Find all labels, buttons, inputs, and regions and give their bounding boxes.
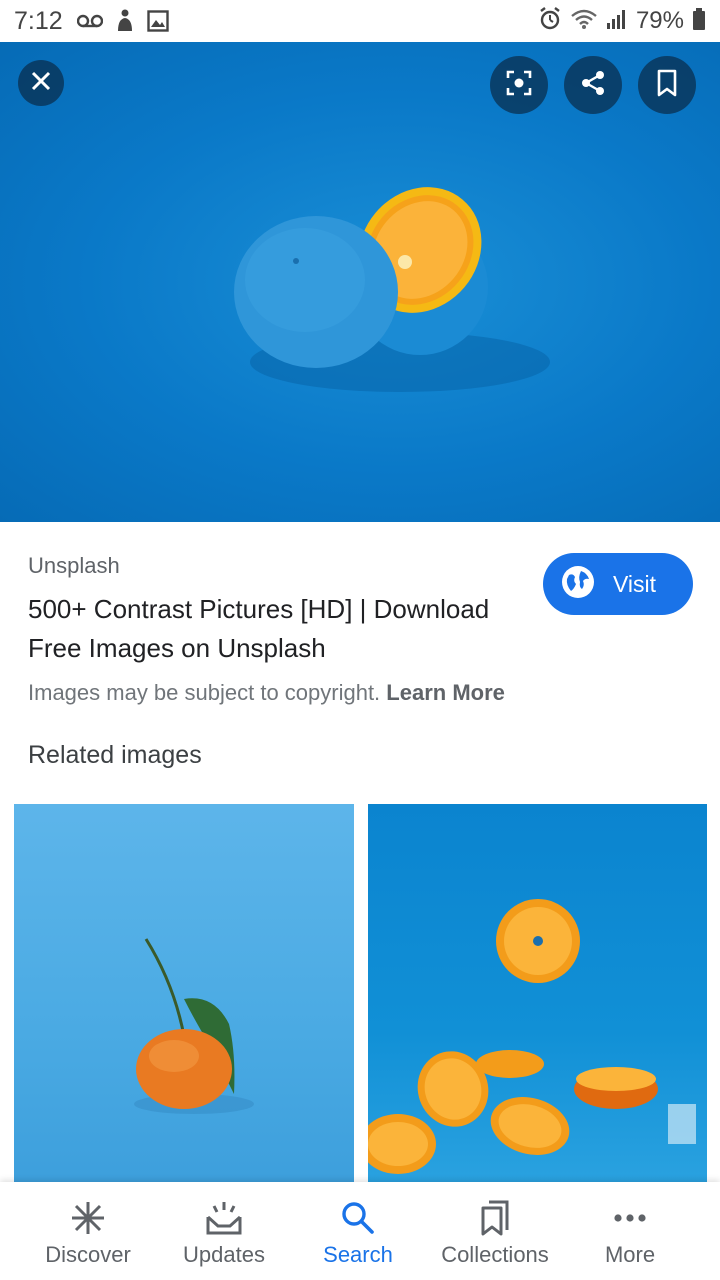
voicemail-icon (76, 14, 103, 28)
updates-icon (205, 1196, 243, 1240)
battery-icon (692, 7, 706, 35)
gallery-icon (146, 10, 169, 32)
status-time: 7:12 (14, 6, 63, 35)
search-icon (340, 1196, 376, 1240)
related-images-heading: Related images (28, 741, 202, 769)
nav-label: Search (323, 1242, 393, 1267)
bookmark-icon (656, 69, 678, 102)
wifi-icon (570, 8, 598, 35)
result-title[interactable]: 500+ Contrast Pictures [HD] | Download F… (28, 590, 528, 668)
lens-button[interactable] (490, 56, 548, 114)
visit-button[interactable]: Visit (543, 553, 693, 615)
orange-illustration (234, 187, 550, 392)
nav-discover[interactable]: Discover (28, 1182, 148, 1280)
collections-icon (479, 1196, 511, 1240)
bookmark-button[interactable] (638, 56, 696, 114)
related-image-thumbnail[interactable] (368, 804, 707, 1184)
bixby-icon (115, 9, 135, 33)
more-dots-icon (613, 1196, 647, 1240)
nav-label: Collections (441, 1242, 549, 1267)
nav-label: More (604, 1242, 656, 1267)
orange-slices-illustration (368, 899, 696, 1174)
nav-updates[interactable]: Updates (164, 1182, 284, 1280)
status-bar: 7:12 79% (0, 0, 720, 42)
hero-image[interactable] (0, 42, 720, 522)
copyright-notice: Images may be subject to copyright. Lear… (28, 680, 505, 706)
globe-icon (561, 565, 595, 604)
close-icon (30, 70, 52, 97)
share-icon (579, 69, 607, 102)
copyright-text: Images may be subject to copyright. (28, 680, 381, 705)
asterisk-icon (70, 1196, 106, 1240)
tangerine-illustration (134, 938, 254, 1114)
alarm-icon (538, 6, 562, 36)
share-button[interactable] (564, 56, 622, 114)
nav-collections[interactable]: Collections (428, 1182, 562, 1280)
nav-label: Updates (183, 1242, 265, 1267)
bottom-navigation: Discover Updates Search Collections More (0, 1182, 720, 1280)
visit-label: Visit (613, 570, 657, 597)
signal-icon (606, 8, 628, 35)
close-button[interactable] (18, 60, 64, 106)
battery-percent: 79% (635, 7, 684, 34)
nav-label: Discover (45, 1242, 131, 1267)
nav-more[interactable]: More (580, 1182, 680, 1280)
learn-more-link[interactable]: Learn More (386, 680, 505, 705)
nav-search[interactable]: Search (298, 1182, 418, 1280)
related-image-thumbnail[interactable] (14, 804, 354, 1184)
lens-icon (505, 69, 533, 102)
result-source: Unsplash (28, 553, 120, 578)
